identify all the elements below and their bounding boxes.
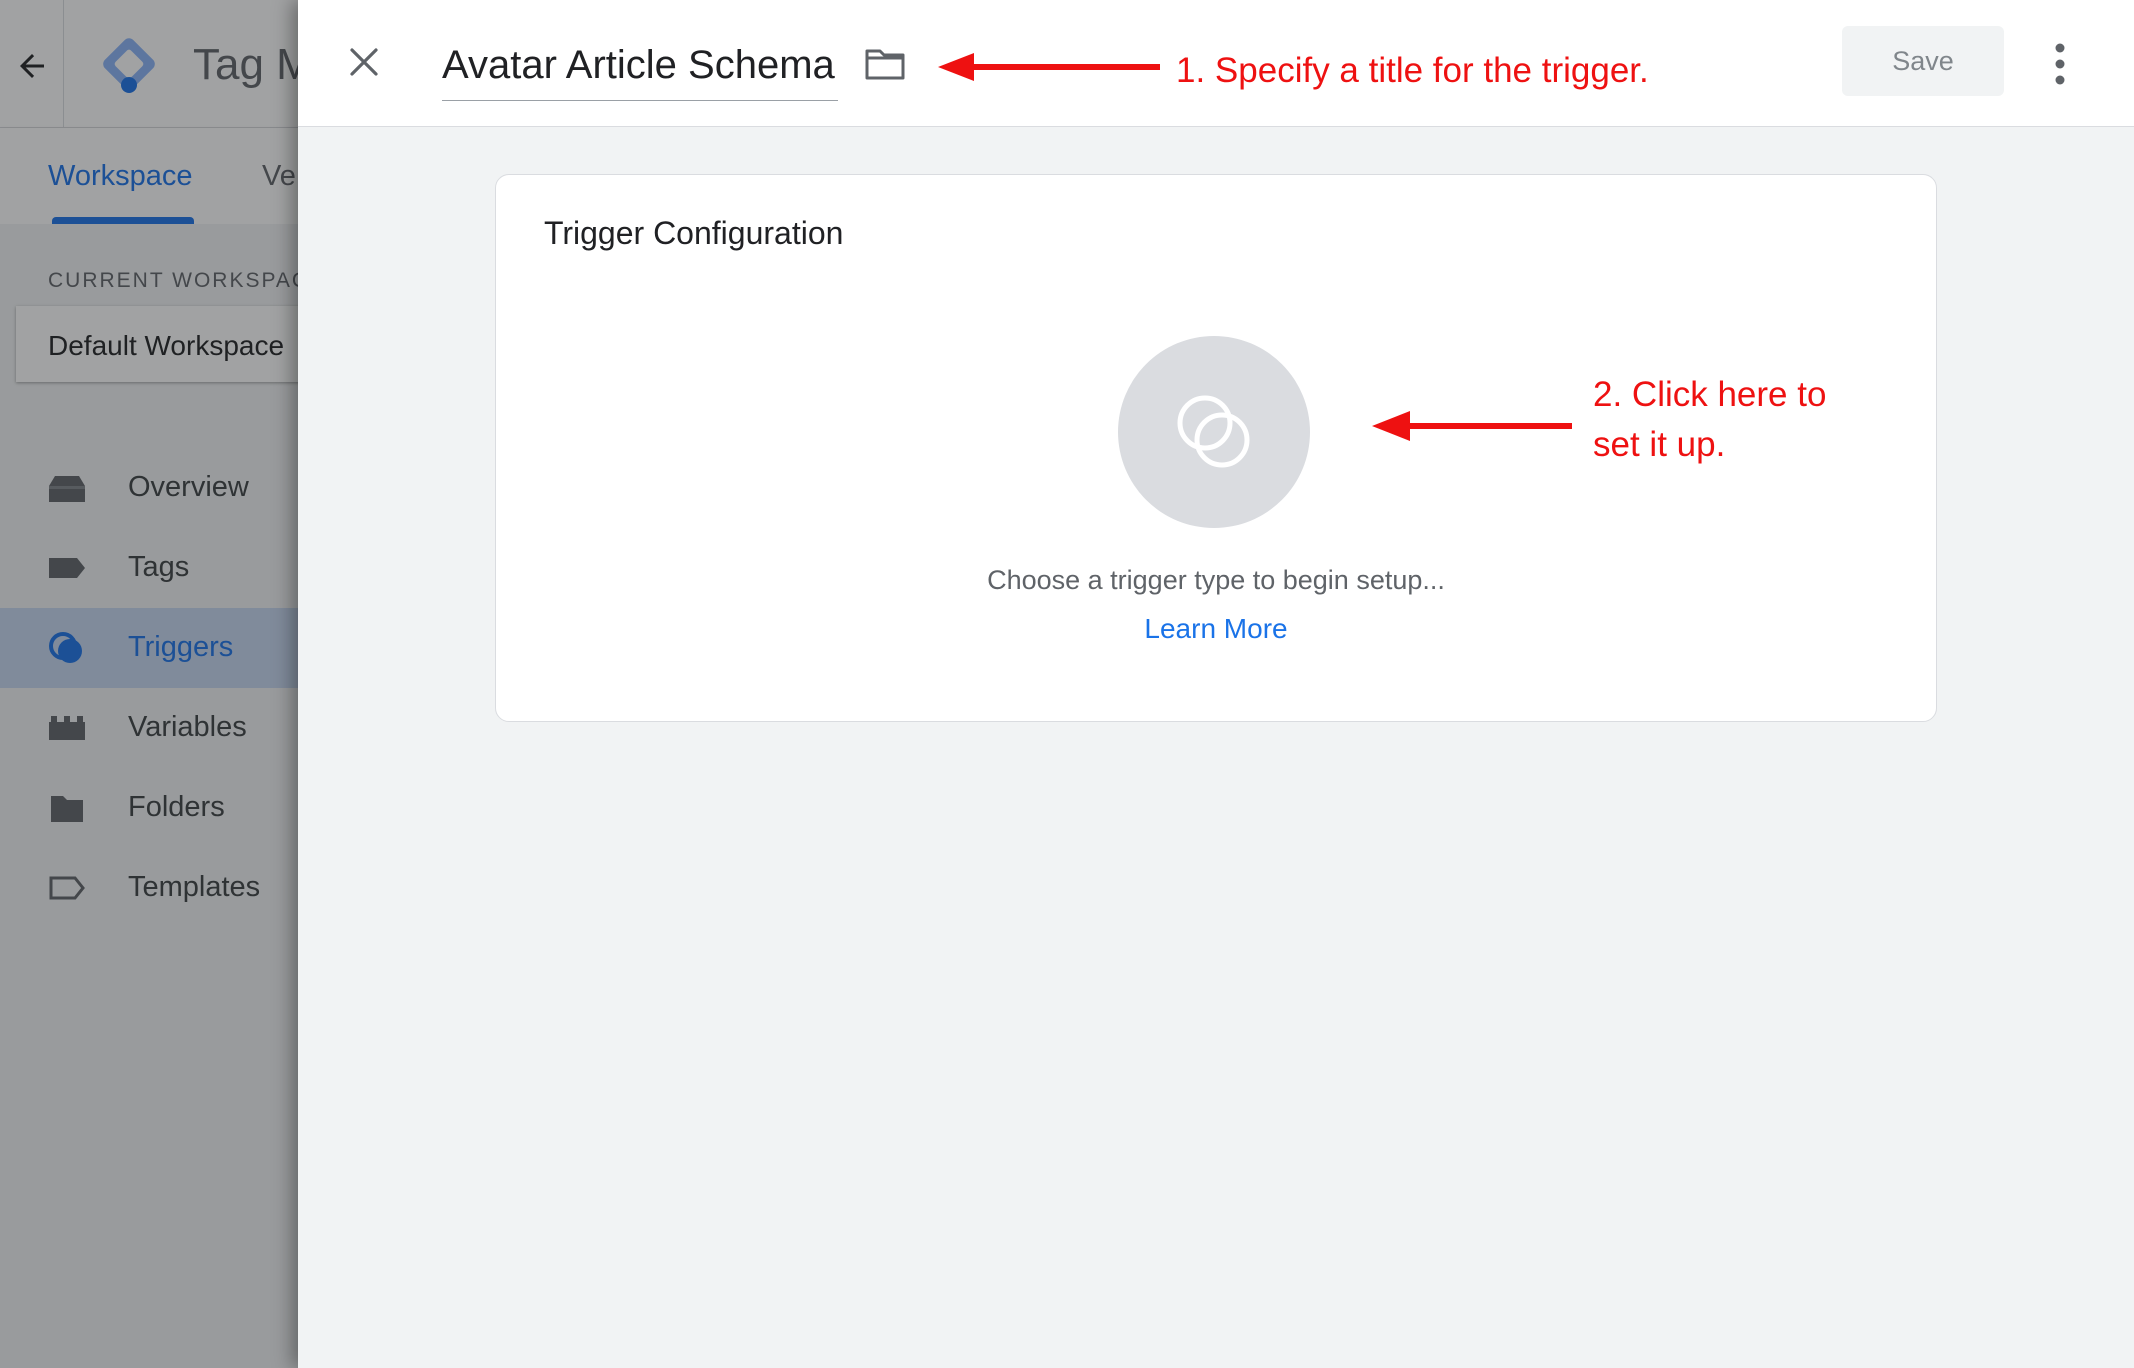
trigger-type-selector[interactable] [1118,336,1310,528]
empty-state-text: Choose a trigger type to begin setup... [987,565,1445,595]
more-vert-icon[interactable] [2054,42,2066,86]
annotation-arrow-1 [938,53,1160,81]
trigger-editor-panel: Save Trigger Configuration Choose a trig… [298,0,2134,1368]
close-icon[interactable] [344,42,384,82]
learn-more-link[interactable]: Learn More [496,613,1936,645]
folder-icon[interactable] [864,47,906,81]
save-button[interactable]: Save [1842,26,2004,96]
card-title: Trigger Configuration [544,215,844,251]
annotation-step-1: 1. Specify a title for the trigger. [1176,51,1649,90]
trigger-icon [1177,395,1250,468]
annotation-step-2-line-2: set it up. [1593,425,1726,464]
annotation-step-2-line-1: 2. Click here to [1593,375,1827,414]
annotation-arrow-2 [1372,411,1572,441]
trigger-name-input[interactable] [442,36,838,101]
